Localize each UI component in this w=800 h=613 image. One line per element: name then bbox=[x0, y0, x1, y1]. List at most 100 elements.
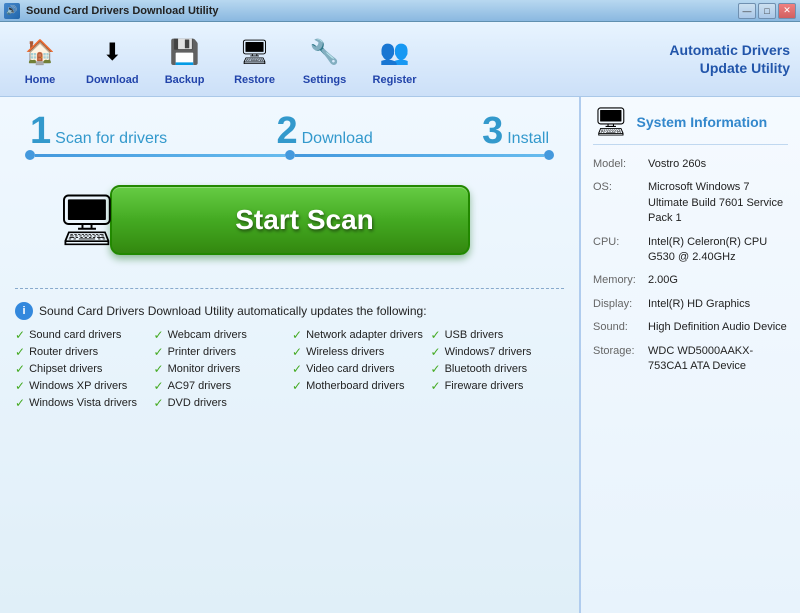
step1-label: Scan for drivers bbox=[55, 130, 167, 148]
sysinfo-row-value: Microsoft Windows 7 Ultimate Build 7601 … bbox=[648, 180, 788, 226]
maximize-button[interactable]: □ bbox=[758, 3, 776, 19]
sysinfo-title: System Information bbox=[637, 114, 768, 130]
driver-label: Motherboard drivers bbox=[306, 380, 404, 392]
sysinfo-row-value: Vostro 260s bbox=[648, 157, 788, 172]
sysinfo-rows: Model:Vostro 260s OS:Microsoft Windows 7 … bbox=[593, 157, 788, 374]
sysinfo-row: OS:Microsoft Windows 7 Ultimate Build 76… bbox=[593, 180, 788, 226]
info-title-text: Sound Card Drivers Download Utility auto… bbox=[39, 304, 427, 318]
sysinfo-row-value: WDC WD5000AAKX-753CA1 ATA Device bbox=[648, 344, 788, 375]
sysinfo-row-label: Display: bbox=[593, 297, 648, 312]
sysinfo-row: Model:Vostro 260s bbox=[593, 157, 788, 172]
toolbar-download[interactable]: ⬇ Download bbox=[80, 28, 145, 90]
driver-list-item: ✓Router drivers bbox=[15, 345, 149, 359]
download-label: Download bbox=[86, 74, 139, 86]
sysinfo-row-label: Storage: bbox=[593, 344, 648, 375]
driver-label: Chipset drivers bbox=[29, 363, 102, 375]
download-icon: ⬇ bbox=[92, 32, 132, 72]
check-icon: ✓ bbox=[431, 345, 441, 359]
driver-label: Video card drivers bbox=[306, 363, 394, 375]
driver-list-item: ✓ Windows Vista drivers bbox=[15, 396, 149, 410]
check-icon: ✓ bbox=[154, 328, 164, 342]
step2-dot bbox=[285, 150, 295, 160]
check-icon: ✓ bbox=[154, 396, 164, 410]
home-label: Home bbox=[25, 74, 56, 86]
settings-icon: 🔧 bbox=[305, 32, 345, 72]
step1-number: 1 bbox=[30, 112, 51, 150]
scan-button-container: 🖥 Start Scan bbox=[15, 175, 564, 265]
sysinfo-row: Sound:High Definition Audio Device bbox=[593, 320, 788, 335]
step-1: 1 Scan for drivers bbox=[30, 112, 167, 150]
sysinfo-row-value: Intel(R) Celeron(R) CPU G530 @ 2.40GHz bbox=[648, 235, 788, 266]
step-2: 2 Download bbox=[276, 112, 372, 150]
driver-list-item: ✓Sound card drivers bbox=[15, 328, 149, 342]
toolbar-settings[interactable]: 🔧 Settings bbox=[295, 28, 355, 90]
driver-list-item: ✓ Wireless drivers bbox=[292, 345, 426, 359]
toolbar-register[interactable]: 👥 Register bbox=[365, 28, 425, 90]
step3-number: 3 bbox=[482, 112, 503, 150]
restore-label: Restore bbox=[234, 74, 275, 86]
steps-line bbox=[15, 150, 564, 160]
sysinfo-row-label: Sound: bbox=[593, 320, 648, 335]
driver-label: Wireless drivers bbox=[306, 346, 384, 358]
driver-list-item: ✓ USB drivers bbox=[431, 328, 565, 342]
home-icon: 🏠 bbox=[20, 32, 60, 72]
driver-list-item: ✓ Bluetooth drivers bbox=[431, 362, 565, 376]
check-icon: ✓ bbox=[292, 328, 302, 342]
sysinfo-row-label: Model: bbox=[593, 157, 648, 172]
main-content: 1 Scan for drivers 2 Download 3 Install bbox=[0, 97, 800, 613]
sysinfo-header: 🖥 System Information bbox=[593, 105, 788, 145]
driver-label: Sound card drivers bbox=[29, 329, 121, 341]
driver-list-item: ✓Monitor drivers bbox=[154, 362, 288, 376]
steps-container: 1 Scan for drivers 2 Download 3 Install bbox=[15, 107, 564, 150]
info-section: i Sound Card Drivers Download Utility au… bbox=[15, 297, 564, 415]
driver-label: Windows XP drivers bbox=[29, 380, 127, 392]
sysinfo-row-value: Intel(R) HD Graphics bbox=[648, 297, 788, 312]
sysinfo-row: Display:Intel(R) HD Graphics bbox=[593, 297, 788, 312]
right-panel: 🖥 System Information Model:Vostro 260s OS… bbox=[580, 97, 800, 613]
driver-list: ✓Sound card drivers✓Webcam drivers✓Netwo… bbox=[15, 328, 564, 410]
driver-list-item: ✓ Motherboard drivers bbox=[292, 379, 426, 393]
toolbar-restore[interactable]: 🖥 Restore bbox=[225, 28, 285, 90]
step2-line bbox=[295, 154, 545, 157]
scan-computer-icon: 🖥 bbox=[55, 191, 118, 250]
start-scan-label: Start Scan bbox=[235, 204, 374, 236]
step2-number: 2 bbox=[276, 112, 297, 150]
close-button[interactable]: ✕ bbox=[778, 3, 796, 19]
driver-label: Windows Vista drivers bbox=[29, 397, 137, 409]
driver-label: Monitor drivers bbox=[168, 363, 241, 375]
step3-dot bbox=[544, 150, 554, 160]
driver-label: Windows7 drivers bbox=[445, 346, 532, 358]
driver-list-item: ✓Windows XP drivers bbox=[15, 379, 149, 393]
toolbar-home[interactable]: 🏠 Home bbox=[10, 28, 70, 90]
sysinfo-row-label: CPU: bbox=[593, 235, 648, 266]
driver-label: Bluetooth drivers bbox=[445, 363, 528, 375]
driver-label: Network adapter drivers bbox=[306, 329, 423, 341]
minimize-button[interactable]: — bbox=[738, 3, 756, 19]
backup-label: Backup bbox=[165, 74, 205, 86]
check-icon: ✓ bbox=[431, 328, 441, 342]
check-icon: ✓ bbox=[431, 362, 441, 376]
sysinfo-row: Memory:2.00G bbox=[593, 273, 788, 288]
driver-label: AC97 drivers bbox=[168, 380, 232, 392]
driver-list-item: ✓AC97 drivers bbox=[154, 379, 288, 393]
left-panel: 1 Scan for drivers 2 Download 3 Install bbox=[0, 97, 580, 613]
check-icon: ✓ bbox=[292, 362, 302, 376]
check-icon: ✓ bbox=[292, 379, 302, 393]
driver-list-item: ✓Webcam drivers bbox=[154, 328, 288, 342]
sysinfo-row: CPU:Intel(R) Celeron(R) CPU G530 @ 2.40G… bbox=[593, 235, 788, 266]
window-controls: — □ ✕ bbox=[738, 3, 796, 19]
check-icon: ✓ bbox=[15, 345, 25, 359]
title-bar: 🔊 Sound Card Drivers Download Utility — … bbox=[0, 0, 800, 22]
step2-label: Download bbox=[302, 130, 373, 148]
app-icon: 🔊 bbox=[4, 3, 20, 19]
driver-label: DVD drivers bbox=[168, 397, 227, 409]
driver-label: USB drivers bbox=[445, 329, 504, 341]
sysinfo-row-value: 2.00G bbox=[648, 273, 788, 288]
check-icon: ✓ bbox=[292, 345, 302, 359]
toolbar-backup[interactable]: 💾 Backup bbox=[155, 28, 215, 90]
divider bbox=[15, 288, 564, 289]
check-icon: ✓ bbox=[15, 396, 25, 410]
start-scan-button[interactable]: Start Scan bbox=[110, 185, 470, 255]
driver-list-item: ✓ Network adapter drivers bbox=[292, 328, 426, 342]
brand-text: Automatic Drivers Update Utility bbox=[669, 41, 790, 77]
